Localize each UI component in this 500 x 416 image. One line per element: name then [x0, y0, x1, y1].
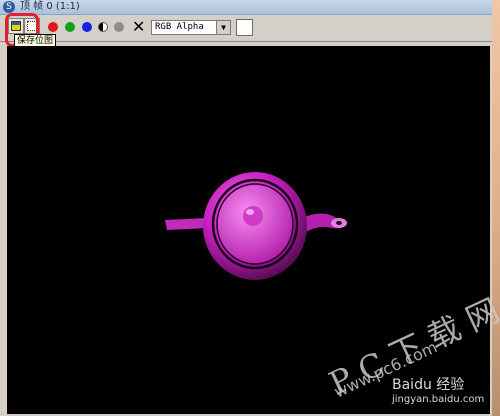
- watermark-baidu: Baidu 经验: [392, 377, 465, 393]
- app-icon: S: [3, 1, 15, 13]
- red-channel-button[interactable]: [48, 22, 58, 32]
- channel-select-value: RGB Alpha: [155, 22, 204, 32]
- clear-icon[interactable]: ✕: [132, 17, 145, 37]
- mono-button[interactable]: [114, 22, 124, 32]
- teapot-render: [165, 172, 347, 280]
- blue-channel-button[interactable]: [82, 22, 92, 32]
- window-title: 顶 帧 0 (1:1): [20, 1, 80, 12]
- alpha-channel-button[interactable]: [98, 22, 108, 32]
- color-swatch[interactable]: [236, 19, 253, 36]
- channel-select[interactable]: RGB Alpha ▼: [151, 20, 231, 35]
- desktop-background-right: [491, 0, 500, 416]
- green-channel-button[interactable]: [65, 22, 75, 32]
- chevron-down-icon: ▼: [216, 21, 230, 34]
- toolbar: ✕ RGB Alpha ▼: [0, 15, 492, 42]
- title-bar: S 顶 帧 0 (1:1): [0, 0, 492, 15]
- watermark-baidu-sub: jingyan.baidu.com: [392, 394, 485, 405]
